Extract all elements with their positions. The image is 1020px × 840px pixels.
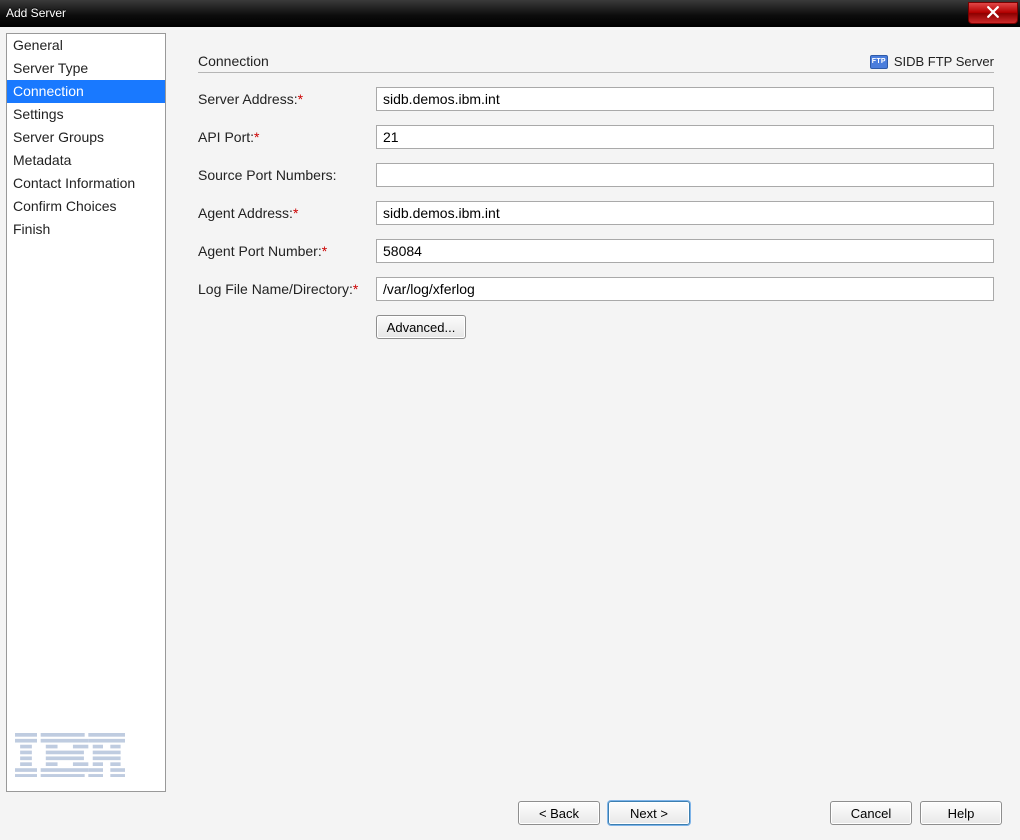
sidebar-item-settings[interactable]: Settings [7, 103, 165, 126]
server-address-input[interactable] [376, 87, 994, 111]
required-mark: * [298, 91, 303, 107]
close-icon [987, 6, 999, 21]
agent-address-input[interactable] [376, 201, 994, 225]
wizard-sidebar: General Server Type Connection Settings … [6, 33, 166, 792]
row-agent-port: Agent Port Number:* [198, 239, 994, 263]
row-api-port: API Port:* [198, 125, 994, 149]
nav-button-group: < Back Next > [518, 801, 690, 825]
required-mark: * [322, 243, 327, 259]
required-mark: * [254, 129, 259, 145]
sidebar-item-general[interactable]: General [7, 34, 165, 57]
row-source-ports: Source Port Numbers: [198, 163, 994, 187]
connection-form: Server Address:* API Port:* Source Port … [198, 87, 994, 339]
required-mark: * [353, 281, 358, 297]
label-server-address: Server Address:* [198, 91, 376, 107]
window-title: Add Server [0, 6, 66, 20]
sidebar-item-server-type[interactable]: Server Type [7, 57, 165, 80]
back-button[interactable]: < Back [518, 801, 600, 825]
end-button-group: Cancel Help [830, 801, 1002, 825]
label-api-port: API Port:* [198, 129, 376, 145]
row-server-address: Server Address:* [198, 87, 994, 111]
row-log-file: Log File Name/Directory:* [198, 277, 994, 301]
window-titlebar: Add Server [0, 0, 1020, 26]
server-brand: FTP SIDB FTP Server [870, 54, 994, 69]
required-mark: * [293, 205, 298, 221]
help-button[interactable]: Help [920, 801, 1002, 825]
dialog-content: General Server Type Connection Settings … [0, 27, 1020, 792]
server-brand-text: SIDB FTP Server [894, 54, 994, 69]
sidebar-item-confirm-choices[interactable]: Confirm Choices [7, 195, 165, 218]
cancel-button[interactable]: Cancel [830, 801, 912, 825]
row-advanced: Advanced... [198, 315, 994, 339]
sidebar-item-metadata[interactable]: Metadata [7, 149, 165, 172]
label-agent-port: Agent Port Number:* [198, 243, 376, 259]
label-agent-address: Agent Address:* [198, 205, 376, 221]
section-title: Connection [198, 53, 269, 69]
advanced-button[interactable]: Advanced... [376, 315, 466, 339]
label-source-ports: Source Port Numbers: [198, 167, 376, 183]
label-log-file: Log File Name/Directory:* [198, 281, 376, 297]
window-close-button[interactable] [968, 2, 1018, 24]
ibm-logo-icon [15, 732, 125, 778]
log-file-input[interactable] [376, 277, 994, 301]
sidebar-item-finish[interactable]: Finish [7, 218, 165, 241]
ibm-logo [7, 724, 165, 791]
sidebar-item-server-groups[interactable]: Server Groups [7, 126, 165, 149]
row-agent-address: Agent Address:* [198, 201, 994, 225]
sidebar-item-contact-information[interactable]: Contact Information [7, 172, 165, 195]
next-button[interactable]: Next > [608, 801, 690, 825]
source-ports-input[interactable] [376, 163, 994, 187]
section-header: Connection FTP SIDB FTP Server [198, 53, 994, 73]
wizard-step-list: General Server Type Connection Settings … [7, 34, 165, 241]
sidebar-item-connection[interactable]: Connection [7, 80, 165, 103]
api-port-input[interactable] [376, 125, 994, 149]
ftp-icon: FTP [870, 55, 888, 69]
wizard-footer: < Back Next > Cancel Help [0, 792, 1020, 840]
dialog-body: General Server Type Connection Settings … [0, 26, 1020, 840]
main-panel: Connection FTP SIDB FTP Server Server Ad… [178, 33, 1014, 792]
agent-port-input[interactable] [376, 239, 994, 263]
